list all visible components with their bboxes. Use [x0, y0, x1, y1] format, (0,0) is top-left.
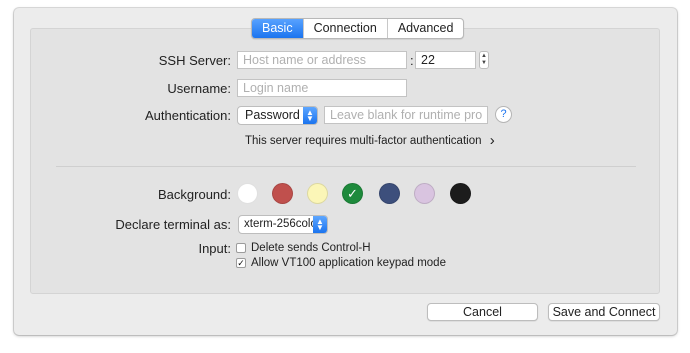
chevron-right-icon: ›: [489, 132, 495, 149]
mfa-link[interactable]: This server requires multi-factor authen…: [245, 131, 495, 149]
input-label: Input:: [198, 241, 231, 256]
authentication-method-value: Password: [245, 108, 300, 122]
section-divider: [56, 166, 636, 167]
swatch-red[interactable]: [272, 183, 293, 204]
port-separator: :: [410, 53, 414, 68]
stepper-up-icon[interactable]: ▲: [480, 53, 488, 60]
delete-control-h-label: Delete sends Control-H: [251, 242, 371, 254]
terminal-label: Declare terminal as:: [115, 217, 231, 232]
tab-bar: Basic Connection Advanced: [251, 18, 465, 39]
tab-connection[interactable]: Connection: [302, 19, 387, 38]
ssh-server-input[interactable]: [237, 51, 407, 69]
stepper-down-icon[interactable]: ▼: [480, 60, 488, 67]
swatch-navy[interactable]: [379, 183, 400, 204]
authentication-method-select[interactable]: Password ▲ ▼: [237, 106, 318, 125]
tab-basic[interactable]: Basic: [252, 19, 303, 38]
delete-control-h-checkbox[interactable]: [236, 243, 246, 253]
vt100-keypad-option[interactable]: ✓ Allow VT100 application keypad mode: [236, 256, 446, 270]
terminal-type-select[interactable]: xterm-256color ▲ ▼: [238, 215, 328, 234]
swatch-yellow[interactable]: [307, 183, 328, 204]
port-stepper[interactable]: ▲ ▼: [479, 51, 489, 69]
password-input[interactable]: [324, 106, 488, 124]
tab-advanced[interactable]: Advanced: [386, 19, 464, 38]
checkmark-icon: ✓: [347, 186, 358, 201]
swatch-lavender[interactable]: [414, 183, 435, 204]
delete-control-h-option[interactable]: Delete sends Control-H: [236, 241, 371, 255]
help-button[interactable]: ?: [495, 106, 512, 123]
mfa-text: This server requires multi-factor authen…: [245, 135, 482, 147]
swatch-green[interactable]: ✓: [342, 183, 363, 204]
username-input[interactable]: [237, 79, 407, 97]
ssh-server-label: SSH Server:: [158, 53, 231, 68]
background-label: Background:: [158, 187, 231, 202]
popup-arrows-icon: ▲ ▼: [313, 216, 327, 233]
username-label: Username:: [167, 81, 231, 96]
swatch-white[interactable]: [237, 183, 258, 204]
vt100-keypad-checkbox[interactable]: ✓: [236, 258, 246, 268]
port-input[interactable]: [415, 51, 476, 69]
authentication-label: Authentication:: [144, 108, 231, 123]
terminal-type-value: xterm-256color: [244, 218, 321, 230]
save-and-connect-button[interactable]: Save and Connect: [548, 303, 660, 321]
vt100-keypad-label: Allow VT100 application keypad mode: [251, 257, 446, 269]
cancel-button[interactable]: Cancel: [427, 303, 538, 321]
swatch-black[interactable]: [450, 183, 471, 204]
popup-arrows-icon: ▲ ▼: [303, 107, 317, 124]
